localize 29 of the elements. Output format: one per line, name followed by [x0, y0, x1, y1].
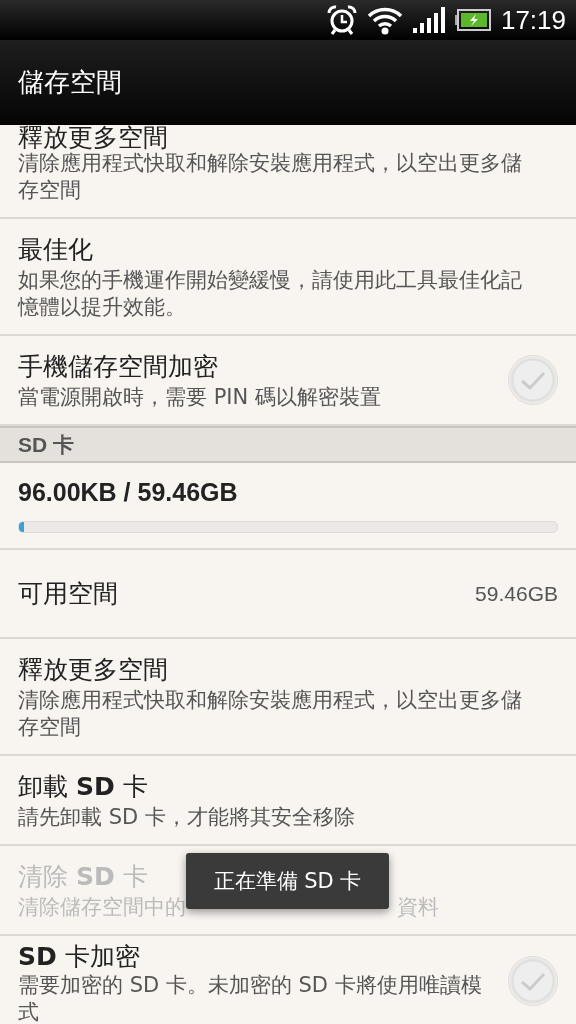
storage-usage: 96.00KB / 59.46GB — [18, 478, 239, 507]
checkbox[interactable] — [508, 956, 558, 1006]
setting-summary: 清除應用程式快取和解除安裝應用程式，以空出更多儲存空間 — [18, 687, 523, 741]
wifi-icon — [366, 5, 403, 35]
clock: 17:19 — [500, 4, 566, 36]
section-header: SD 卡 — [18, 431, 74, 458]
setting-summary: 清除儲存空間中的 — [18, 894, 186, 921]
check-icon — [519, 369, 547, 391]
setting-title[interactable]: 手機儲存空間加密 — [18, 350, 218, 384]
setting-title[interactable]: 最佳化 — [18, 233, 93, 267]
available-space-value: 59.46GB — [475, 581, 558, 606]
setting-title[interactable]: 釋放更多空間 — [18, 653, 168, 687]
battery-charging-icon — [454, 9, 491, 31]
setting-title[interactable]: 釋放更多空間 — [18, 125, 168, 150]
setting-summary: 請先卸載 SD 卡，才能將其安全移除 — [18, 804, 355, 831]
check-icon — [519, 970, 547, 992]
setting-summary: 需要加密的 SD 卡。未加密的 SD 卡將使用唯讀模式 — [18, 972, 483, 1024]
checkbox[interactable] — [508, 355, 558, 405]
setting-title[interactable]: SD 卡加密 — [18, 942, 140, 972]
setting-summary: 當電源開啟時，需要 PIN 碼以解密裝置 — [18, 384, 381, 411]
screen-title: 儲存空間 — [18, 65, 122, 99]
alarm-clock-icon — [326, 5, 357, 35]
toast-message: 正在準備 SD 卡 — [186, 853, 389, 909]
setting-title[interactable]: 卸載 SD 卡 — [18, 770, 148, 804]
setting-summary: 清除應用程式快取和解除安裝應用程式，以空出更多儲存空間 — [18, 150, 523, 204]
setting-summary: 如果您的手機運作開始變緩慢，請使用此工具最佳化記憶體以提升效能。 — [18, 267, 523, 321]
signal-icon — [412, 7, 445, 33]
available-space-label: 可用空間 — [18, 578, 118, 610]
setting-summary: 資料 — [397, 894, 439, 921]
